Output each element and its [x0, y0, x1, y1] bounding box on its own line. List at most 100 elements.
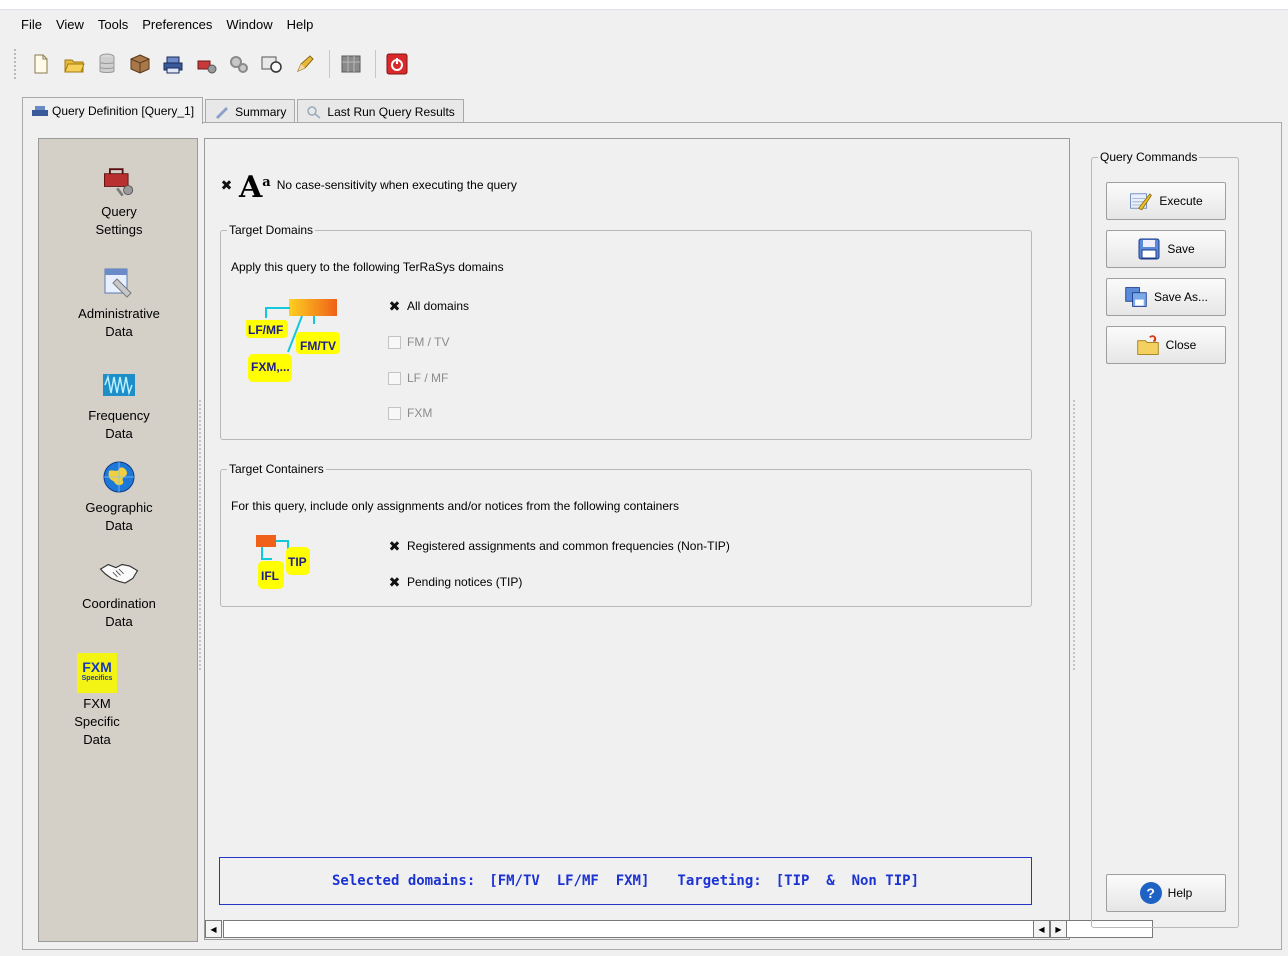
status-domains-label: Selected domains: [331, 873, 476, 889]
menu-view[interactable]: View [49, 14, 91, 36]
nav-item-coordination-data[interactable]: Coordination Data [39, 553, 199, 631]
diagram-label-fxm: FXM,... [251, 360, 290, 374]
toolbar-separator [375, 50, 376, 78]
fm-tv-checkbox[interactable] [388, 335, 401, 349]
non-tip-checkbox[interactable]: ✖ [388, 539, 401, 553]
tool-icon[interactable] [191, 49, 221, 79]
option-fm-tv[interactable]: FM / TV [388, 335, 449, 349]
option-label: All domains [407, 299, 470, 313]
all-domains-checkbox[interactable]: ✖ [388, 299, 401, 313]
option-tip[interactable]: ✖ Pending notices (TIP) [388, 575, 523, 590]
option-all-domains[interactable]: ✖ All domains [388, 299, 470, 314]
menu-file[interactable]: File [14, 14, 49, 36]
new-file-icon[interactable] [26, 49, 56, 79]
query-icon [31, 104, 48, 118]
nav-item-geographic-data[interactable]: Geographic Data [39, 457, 199, 535]
fxm-icon-subtext: Specifics [81, 675, 113, 682]
nav-label: Administrative Data [78, 306, 160, 339]
tab-label: Query Definition [Query_1] [52, 104, 195, 118]
target-containers-description: For this query, include only assignments… [231, 499, 680, 513]
nav-item-frequency-data[interactable]: Frequency Data [39, 365, 199, 443]
option-non-tip[interactable]: ✖ Registered assignments and common freq… [388, 539, 730, 554]
toolbar-grip[interactable] [14, 49, 20, 79]
right-splitter-handle[interactable] [1073, 400, 1075, 670]
option-fxm[interactable]: FXM [388, 406, 432, 420]
summary-icon [214, 105, 230, 119]
case-insensitive-checkbox[interactable]: ✖ [220, 178, 233, 192]
database-icon[interactable] [92, 49, 122, 79]
scroll-left-arrow-icon[interactable]: ◀ [205, 920, 222, 938]
option-label: Registered assignments and common freque… [407, 539, 730, 553]
left-splitter-handle[interactable] [199, 400, 201, 670]
tab-last-run-query-results[interactable]: Last Run Query Results [297, 99, 464, 123]
horizontal-scrollbar[interactable]: ◀ ◀ ▶ [205, 920, 1153, 938]
nav-item-fxm-specific-data[interactable]: FXM Specifics FXM Specific Data [17, 653, 177, 749]
globe-icon [99, 457, 139, 497]
text-case-icon: Aa [239, 169, 271, 205]
target-containers-group: Target Containers [220, 462, 1032, 607]
target-containers-legend: Target Containers [229, 462, 324, 476]
target-domains-legend: Target Domains [229, 223, 314, 237]
nav-label: FXM Specific Data [74, 696, 120, 747]
nav-item-query-settings[interactable]: Query Settings [39, 161, 199, 239]
save-label: Save [1167, 242, 1195, 256]
toolbar-separator [329, 50, 330, 78]
diagram-label-ifl: IFL [261, 569, 279, 583]
nav-item-administrative-data[interactable]: Administrative Data [39, 263, 199, 341]
menu-bar: File View Tools Preferences Window Help [14, 14, 320, 36]
fxm-icon-text: FXM [82, 659, 112, 675]
help-label: Help [1167, 886, 1193, 900]
menu-preferences[interactable]: Preferences [135, 14, 219, 36]
query-category-nav: Query Settings Administrative Data Frequ… [38, 138, 198, 942]
floppy-disk-icon [1137, 237, 1161, 261]
grid-icon[interactable] [336, 49, 366, 79]
status-domains-value: [FM/TV LF/MF FXM] [489, 873, 650, 889]
close-button[interactable]: Close [1106, 326, 1226, 364]
scroll-right-arrow-icon[interactable]: ▶ [1050, 920, 1067, 938]
menu-window[interactable]: Window [219, 14, 279, 36]
target-domains-description: Apply this query to the following TerRaS… [231, 260, 504, 274]
status-targeting-value: [TIP & Non TIP] [775, 873, 920, 889]
option-lf-mf[interactable]: LF / MF [388, 371, 448, 385]
execute-label: Execute [1159, 194, 1203, 208]
case-sensitivity-row: ✖ Aa No case-sensitivity when executing … [220, 168, 517, 202]
pencil-icon[interactable] [290, 49, 320, 79]
option-label: FXM [407, 406, 433, 420]
menu-tools[interactable]: Tools [91, 14, 135, 36]
filter-icon[interactable] [257, 49, 287, 79]
diagram-label-fmtv: FM/TV [300, 339, 336, 353]
printer-icon[interactable] [158, 49, 188, 79]
package-icon[interactable] [125, 49, 155, 79]
tab-bar: Query Definition [Query_1] Summary Last … [22, 97, 466, 124]
diagram-label-tip: TIP [288, 555, 307, 569]
selection-status-box: Selected domains: [FM/TV LF/MF FXM] Targ… [219, 857, 1032, 905]
open-folder-icon[interactable] [59, 49, 89, 79]
domains-diagram: LF/MF FM/TV FXM,... [244, 296, 354, 386]
menu-help[interactable]: Help [280, 14, 321, 36]
toolbar [14, 44, 415, 84]
tab-summary[interactable]: Summary [205, 99, 296, 123]
handshake-icon [99, 553, 139, 593]
help-icon: ? [1139, 882, 1162, 904]
tip-checkbox[interactable]: ✖ [388, 575, 401, 589]
diagram-label-lfmf: LF/MF [248, 323, 284, 337]
waveform-icon [99, 365, 139, 405]
tab-query-definition[interactable]: Query Definition [Query_1] [22, 97, 204, 124]
fxm-icon: FXM Specifics [77, 653, 117, 693]
power-icon[interactable] [382, 49, 412, 79]
save-as-button[interactable]: Save As... [1106, 278, 1226, 316]
gears-icon[interactable] [224, 49, 254, 79]
lf-mf-checkbox[interactable] [388, 371, 401, 385]
containers-diagram: TIP IFL [256, 533, 316, 593]
option-label: LF / MF [407, 371, 449, 385]
option-label: FM / TV [407, 335, 450, 349]
close-label: Close [1165, 338, 1197, 352]
execute-button[interactable]: Execute [1106, 182, 1226, 220]
save-button[interactable]: Save [1106, 230, 1226, 268]
scroll-left-arrow-icon[interactable]: ◀ [1033, 920, 1050, 938]
scrollbar-thumb[interactable] [223, 920, 1153, 938]
fxm-checkbox[interactable] [388, 406, 401, 420]
help-button[interactable]: ? Help [1106, 874, 1226, 912]
window-top-edge [0, 0, 1288, 10]
nav-label: Coordination Data [82, 596, 156, 629]
